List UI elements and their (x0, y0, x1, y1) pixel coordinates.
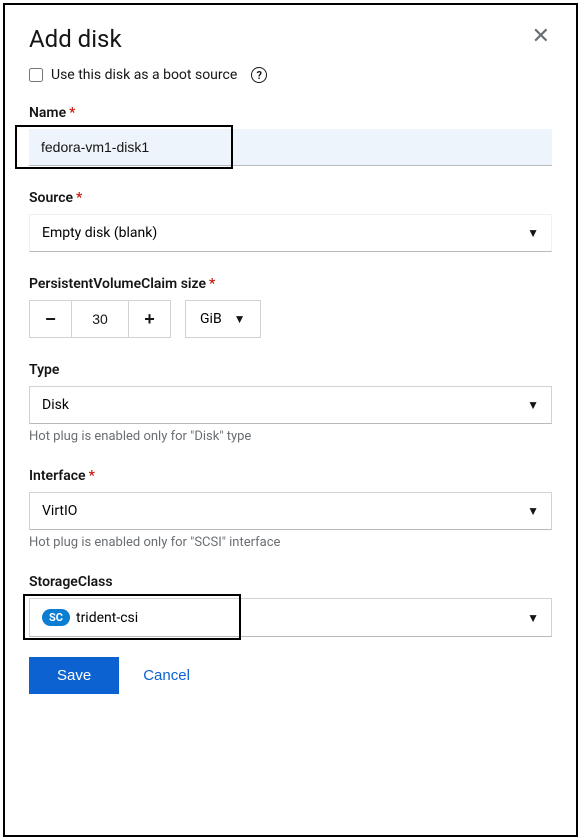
modal-header: Add disk ✕ (29, 25, 552, 53)
close-icon: ✕ (532, 23, 550, 48)
size-value-input[interactable] (72, 301, 128, 337)
boot-source-label: Use this disk as a boot source (51, 67, 237, 83)
stepper-plus-button[interactable]: + (128, 301, 170, 337)
minus-icon: − (45, 309, 56, 330)
add-disk-modal: Add disk ✕ Use this disk as a boot sourc… (3, 3, 578, 837)
required-asterisk: * (76, 190, 82, 206)
source-label: Source* (29, 190, 552, 206)
required-asterisk: * (209, 276, 215, 292)
type-group: Type Disk ▼ Hot plug is enabled only for… (29, 362, 552, 444)
interface-group: Interface* VirtIO ▼ Hot plug is enabled … (29, 468, 552, 550)
actions-row: Save Cancel (29, 657, 552, 694)
boot-source-row: Use this disk as a boot source ? (29, 67, 552, 83)
source-group: Source* Empty disk (blank) ▼ (29, 190, 552, 252)
boot-source-checkbox[interactable] (29, 68, 43, 82)
sc-badge: SC (42, 609, 70, 626)
storage-class-value: trident-csi (76, 610, 138, 626)
caret-down-icon: ▼ (527, 504, 539, 518)
storage-class-select[interactable]: SC trident-csi ▼ (29, 598, 552, 637)
storage-class-label: StorageClass (29, 574, 552, 590)
required-asterisk: * (89, 468, 95, 484)
plus-icon: + (144, 309, 155, 330)
source-select[interactable]: Empty disk (blank) ▼ (29, 214, 552, 252)
caret-down-icon: ▼ (527, 398, 539, 412)
interface-label: Interface* (29, 468, 552, 484)
interface-value: VirtIO (42, 503, 77, 519)
help-icon[interactable]: ? (251, 67, 267, 83)
save-button[interactable]: Save (29, 657, 119, 694)
modal-title: Add disk (29, 25, 122, 53)
pvc-size-label: PersistentVolumeClaim size* (29, 276, 552, 292)
interface-select[interactable]: VirtIO ▼ (29, 492, 552, 530)
type-label: Type (29, 362, 552, 378)
unit-value: GiB (200, 311, 222, 327)
required-asterisk: * (69, 105, 75, 121)
name-label: Name* (29, 105, 552, 121)
cancel-button[interactable]: Cancel (143, 667, 190, 684)
pvc-size-group: PersistentVolumeClaim size* − + GiB ▼ (29, 276, 552, 338)
close-button[interactable]: ✕ (530, 25, 552, 47)
unit-select[interactable]: GiB ▼ (185, 300, 261, 338)
type-helper: Hot plug is enabled only for "Disk" type (29, 429, 552, 444)
caret-down-icon: ▼ (527, 226, 539, 240)
source-value: Empty disk (blank) (42, 225, 157, 241)
storage-class-group: StorageClass SC trident-csi ▼ (29, 574, 552, 637)
name-input[interactable] (29, 129, 552, 166)
size-stepper: − + (29, 300, 171, 338)
type-select[interactable]: Disk ▼ (29, 386, 552, 424)
name-group: Name* (29, 105, 552, 166)
caret-down-icon: ▼ (234, 312, 246, 326)
type-value: Disk (42, 397, 69, 413)
caret-down-icon: ▼ (527, 611, 539, 625)
interface-helper: Hot plug is enabled only for "SCSI" inte… (29, 535, 552, 550)
stepper-minus-button[interactable]: − (30, 301, 72, 337)
